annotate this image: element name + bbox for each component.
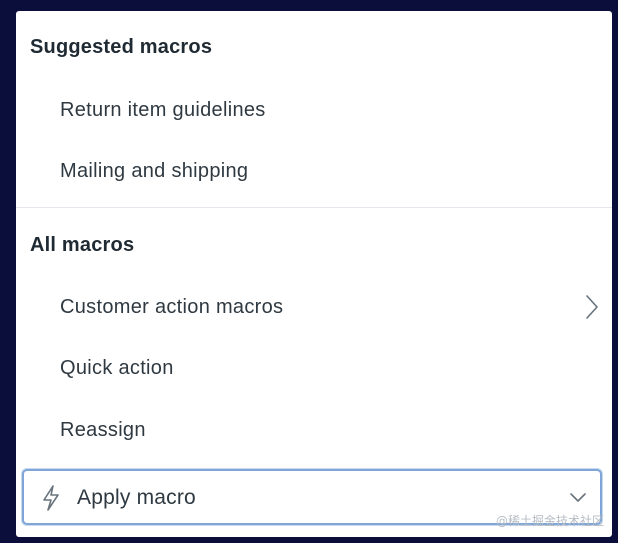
suggested-macros-heading: Suggested macros	[30, 36, 213, 58]
chevron-down-icon[interactable]	[568, 489, 588, 505]
menu-item-label: Return item guidelines	[60, 98, 266, 121]
menu-item-label: Mailing and shipping	[60, 159, 249, 182]
menu-item-return-item-guidelines[interactable]: Return item guidelines	[16, 81, 612, 139]
menu-item-quick-action[interactable]: Quick action	[16, 339, 612, 397]
macro-menu-panel: Suggested macros Return item guidelines …	[16, 11, 612, 537]
menu-item-label: Reassign	[60, 418, 146, 441]
menu-item-label: Customer action macros	[60, 295, 284, 318]
chevron-right-icon	[586, 295, 598, 319]
menu-item-customer-action-macros[interactable]: Customer action macros	[16, 278, 612, 336]
menu-item-label: Quick action	[60, 356, 174, 379]
section-divider	[16, 207, 612, 208]
menu-item-mailing-and-shipping[interactable]: Mailing and shipping	[16, 142, 612, 200]
all-macros-heading: All macros	[30, 234, 135, 256]
watermark: @稀土掘金技术社区	[495, 514, 604, 528]
menu-item-reassign[interactable]: Reassign	[16, 401, 612, 459]
lightning-bolt-icon	[43, 485, 59, 511]
apply-macro-label: Apply macro	[77, 486, 196, 509]
